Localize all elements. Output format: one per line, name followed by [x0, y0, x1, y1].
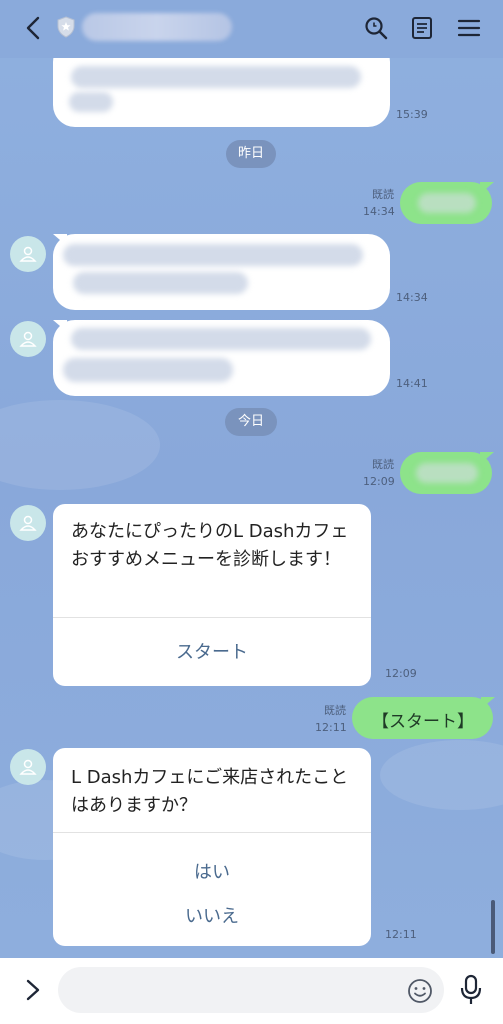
menu-button[interactable] — [455, 14, 483, 42]
message-time: 15:39 — [396, 108, 428, 121]
search-button[interactable] — [362, 14, 390, 42]
message-bubble-outgoing[interactable] — [400, 452, 492, 494]
avatar[interactable] — [10, 749, 46, 785]
message-bubble-outgoing[interactable] — [400, 182, 492, 224]
message-time: 12:11 — [385, 928, 417, 941]
notes-icon — [412, 17, 432, 39]
user-icon — [19, 331, 37, 347]
message-bubble-incoming[interactable] — [53, 320, 390, 396]
user-icon — [19, 246, 37, 262]
avatar[interactable] — [10, 321, 46, 357]
message-time: 12:09 — [385, 667, 417, 680]
button-card-message: あなたにぴったりのL Dashカフェおすすめメニューを診断します！ スタート — [53, 504, 371, 686]
read-receipt: 既読 — [372, 458, 394, 471]
outgoing-message-text: 【スタート】 — [372, 712, 474, 732]
read-receipt: 既読 — [372, 188, 394, 201]
notes-button[interactable] — [408, 14, 436, 42]
emoji-button[interactable] — [406, 977, 434, 1005]
user-icon — [19, 515, 37, 531]
card-divider — [53, 617, 371, 618]
message-bubble-incoming[interactable] — [53, 234, 390, 310]
message-time: 14:41 — [396, 377, 428, 390]
avatar[interactable] — [10, 505, 46, 541]
read-receipt: 既読 — [324, 704, 346, 717]
message-time: 12:11 — [315, 721, 347, 734]
no-button[interactable]: いいえ — [53, 902, 371, 928]
chevron-right-icon — [26, 979, 40, 1001]
expand-button[interactable] — [20, 976, 46, 1004]
user-icon — [19, 759, 37, 775]
search-icon — [365, 17, 388, 40]
message-time: 14:34 — [396, 291, 428, 304]
message-input[interactable] — [58, 967, 444, 1013]
chevron-left-icon — [26, 16, 40, 40]
scrollbar[interactable] — [491, 900, 495, 954]
mic-button[interactable] — [457, 973, 485, 1007]
back-button[interactable] — [20, 14, 48, 42]
button-card-message: L Dashカフェにご来店されたことはありますか？ はい いいえ — [53, 748, 371, 946]
message-bubble-outgoing[interactable]: 【スタート】 — [352, 697, 493, 739]
message-time: 12:09 — [363, 475, 395, 488]
card-divider — [53, 832, 371, 833]
avatar[interactable] — [10, 236, 46, 272]
card-message-text: あなたにぴったりのL Dashカフェおすすめメニューを診断します！ — [71, 521, 349, 570]
shield-icon — [56, 16, 76, 38]
chat-background: 15:39 昨日 既読 14:34 14:34 14:41 今日 既読 12:0… — [0, 0, 503, 958]
message-time: 14:34 — [363, 205, 395, 218]
date-separator: 今日 — [225, 408, 277, 436]
menu-icon — [457, 19, 481, 37]
emoji-icon — [408, 979, 432, 1003]
card-message-text: L Dashカフェにご来店されたことはありますか？ — [71, 767, 349, 816]
yes-button[interactable]: はい — [53, 858, 371, 884]
microphone-icon — [460, 974, 482, 1004]
chat-header — [0, 0, 503, 58]
date-separator: 昨日 — [226, 140, 276, 168]
message-input-bar — [0, 958, 503, 1024]
chat-title — [82, 13, 232, 41]
start-button[interactable]: スタート — [53, 638, 371, 664]
